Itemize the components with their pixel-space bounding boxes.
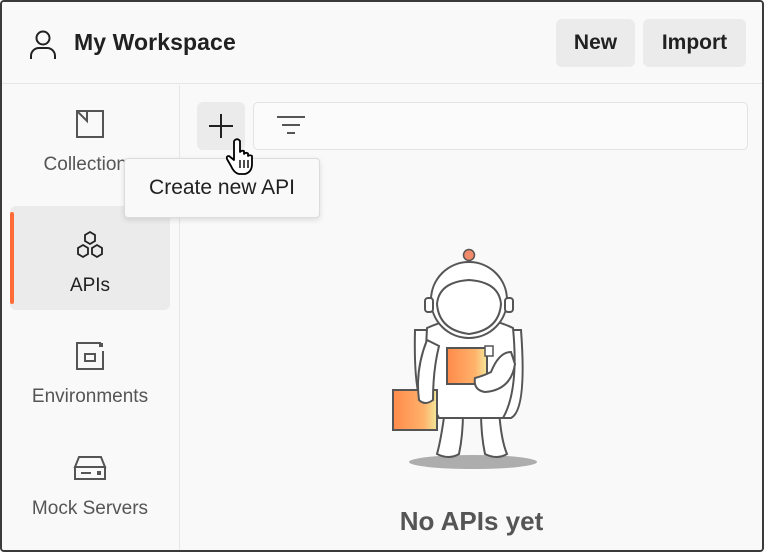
astronaut-illustration [392,248,537,469]
mock-server-icon [73,456,107,480]
sidebar-item-label: Mock Servers [31,498,149,519]
new-button[interactable]: New [556,19,635,67]
hand-cursor-icon [225,138,253,175]
sidebar: Collections APIs Environments Mock Serve… [2,85,180,550]
filter-icon[interactable] [276,114,306,138]
workspace-header: My Workspace New Import [2,2,762,84]
search-filter-input[interactable] [253,102,748,150]
import-button[interactable]: Import [643,19,746,67]
workspace-title[interactable]: My Workspace [74,29,236,56]
plus-icon [209,114,233,138]
sidebar-item-label: Environments [31,386,149,407]
sidebar-item-apis[interactable]: APIs [10,206,170,310]
sidebar-item-mock-servers[interactable]: Mock Servers [10,429,170,533]
empty-state-title: No APIs yet [399,506,544,536]
environment-icon [76,342,104,370]
sidebar-item-label: APIs [69,275,111,296]
user-icon [30,30,56,59]
collection-icon [76,110,104,138]
create-api-tooltip: Create new API [124,158,320,218]
app-window: My Workspace New Import Collections APIs… [0,0,764,552]
apis-panel: No APIs yet [181,85,762,550]
sidebar-item-environments[interactable]: Environments [10,317,170,421]
apis-icon [77,230,103,259]
